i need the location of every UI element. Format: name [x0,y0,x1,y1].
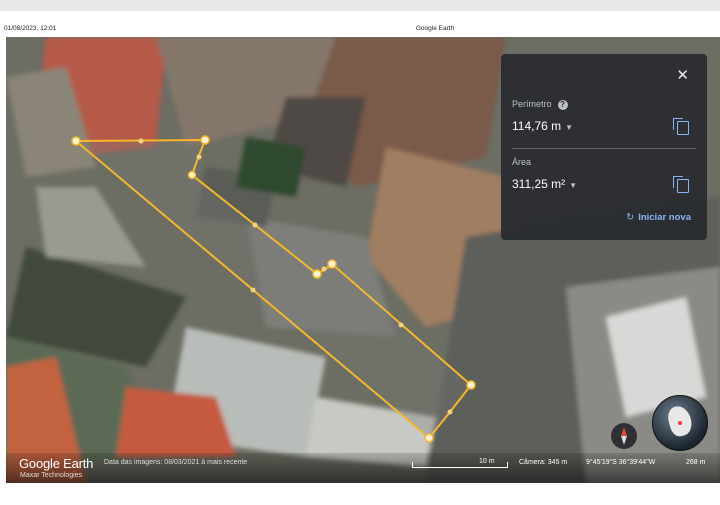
imagery-attribution: Maxar Technologies [20,472,83,479]
camera-altitude: Câmera: 345 m [519,459,568,466]
close-icon[interactable]: ✕ [676,66,689,84]
perimeter-value: 114,76 m [512,119,562,133]
elevation: 268 m [686,459,706,466]
print-title: Google Earth [415,25,455,32]
restart-label: Iniciar nova [638,212,691,223]
scale-label: 10 m [479,458,495,465]
top-band [0,0,720,11]
perimeter-label-row: Perímetro? [512,99,568,110]
imagery-date: Data das imagens: 08/03/2021 à mais rece… [104,459,248,466]
globe-icon[interactable] [652,395,708,451]
restart-icon: ↻ [626,212,635,223]
location-dot [678,421,682,425]
copy-perimeter-icon[interactable] [673,118,689,135]
status-bar: Google Earth Maxar Technologies Data das… [6,453,720,483]
divider [512,148,696,149]
help-icon[interactable]: ? [557,99,568,110]
area-value: 311,25 m² [512,177,566,191]
area-label: Área [512,157,532,167]
copy-area-icon[interactable] [673,176,689,193]
caret-down-icon: ▼ [569,181,578,190]
restart-button[interactable]: ↻ Iniciar nova [626,212,691,223]
coordinates: 9°45'19"S 36°39'44"W [586,459,656,466]
measure-panel: ✕ Perímetro? 114,76 m ▼ Área 311,25 m² ▼ ↻… [501,54,707,240]
area-unit-dropdown[interactable]: 311,25 m² ▼ [512,177,577,191]
caret-down-icon: ▼ [565,123,574,132]
compass-icon[interactable] [611,423,637,449]
google-earth-logo: Google Earth [19,456,94,471]
perimeter-unit-dropdown[interactable]: 114,76 m ▼ [512,119,573,133]
perimeter-label: Perímetro [512,99,552,109]
